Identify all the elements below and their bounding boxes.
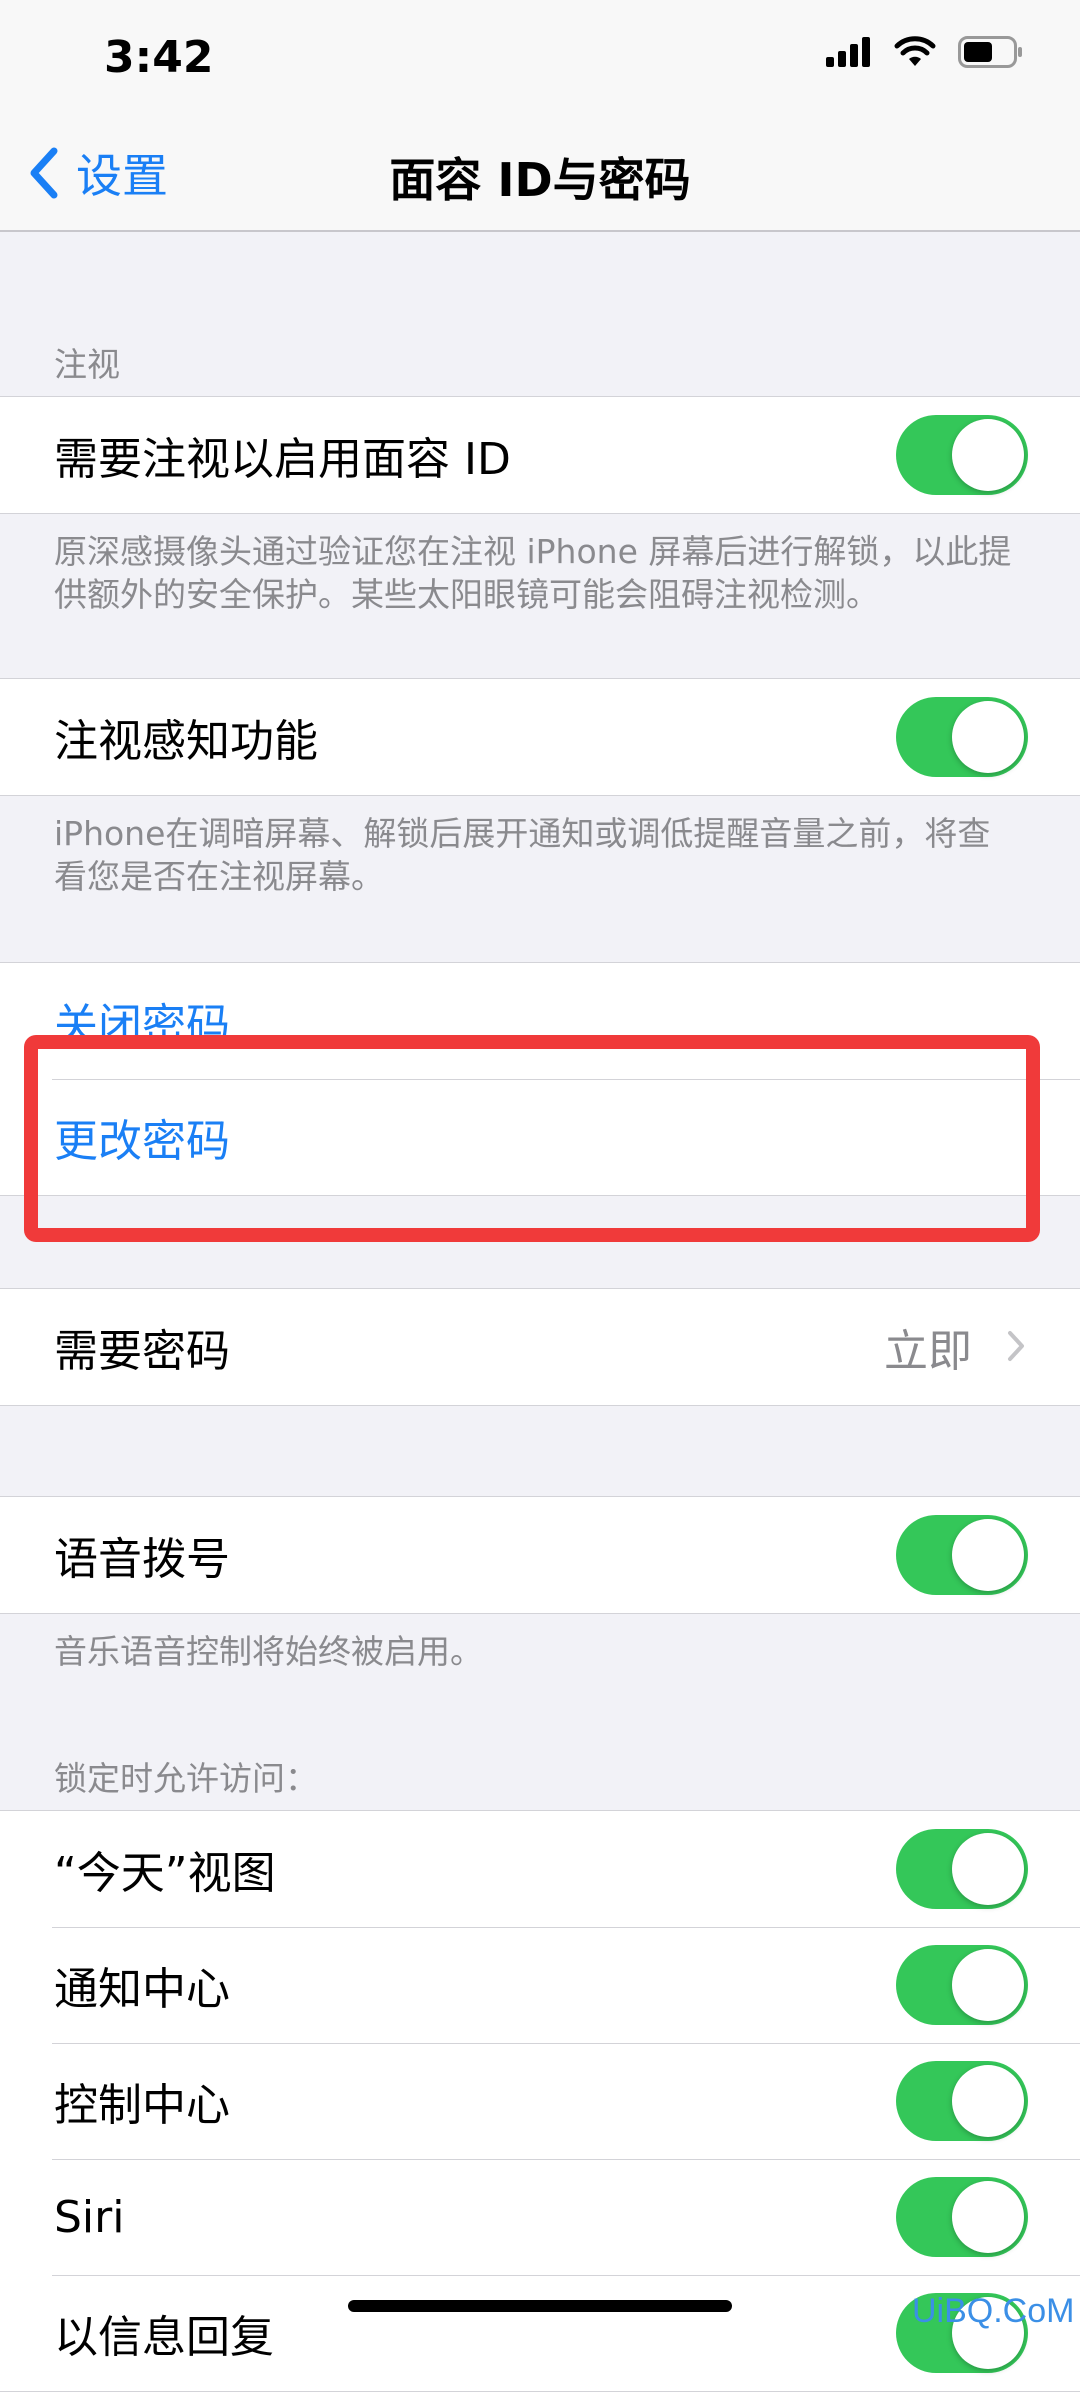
toggle-knob (952, 1833, 1024, 1905)
voice-dial-row: 语音拨号 (0, 1497, 1080, 1613)
section-header-attention: 注视 (54, 345, 120, 384)
locked-access-item-control-center: 控制中心 (0, 2043, 1080, 2159)
toggle-knob (952, 2181, 1024, 2253)
attention-aware-toggle[interactable] (896, 697, 1028, 777)
wifi-icon (894, 36, 936, 66)
attention-aware-group: 注视感知功能 (0, 678, 1080, 796)
notification-center-toggle[interactable] (896, 1945, 1028, 2025)
section-header-locked-access: 锁定时允许访问： (54, 1759, 318, 1798)
require-attention-row: 需要注视以启用面容 ID (0, 397, 1080, 513)
voice-dial-toggle[interactable] (896, 1515, 1028, 1595)
watermark: UiBQ.CoM (912, 2292, 1075, 2330)
attention-aware-row: 注视感知功能 (0, 679, 1080, 795)
locked-access-item-today-view: “今天”视图 (0, 1811, 1080, 1927)
home-indicator (348, 2300, 732, 2312)
locked-access-item-notification-center: 通知中心 (0, 1927, 1080, 2043)
attention-group: 需要注视以启用面容 ID (0, 396, 1080, 514)
siri-toggle[interactable] (896, 2177, 1028, 2257)
voice-dial-group: 语音拨号 (0, 1496, 1080, 1614)
toggle-knob (952, 419, 1024, 491)
voice-dial-footer: 音乐语音控制将始终被启用。 (54, 1632, 483, 1671)
locked-access-label: 控制中心 (54, 2080, 230, 2131)
voice-dial-label: 语音拨号 (54, 1534, 230, 1585)
attention-aware-label: 注视感知功能 (54, 716, 318, 767)
control-center-toggle[interactable] (896, 2061, 1028, 2141)
locked-access-label: 以信息回复 (54, 2312, 274, 2363)
require-passcode-value: 立即 (884, 1326, 972, 1377)
locked-access-label: “今天”视图 (54, 1848, 276, 1899)
today-view-toggle[interactable] (896, 1829, 1028, 1909)
battery-icon (958, 36, 1022, 68)
page-title: 面容 ID与密码 (389, 153, 691, 207)
toggle-knob (952, 701, 1024, 773)
locked-access-item-siri: Siri (0, 2159, 1080, 2275)
highlight-box (24, 1035, 1040, 1242)
attention-aware-footer: iPhone在调暗屏幕、解锁后展开通知或调低提醒音量之前，将查看您是否在注视屏幕… (54, 814, 991, 896)
require-attention-toggle[interactable] (896, 415, 1028, 495)
locked-access-label: 通知中心 (54, 1964, 230, 2015)
locked-access-label: Siri (54, 2191, 125, 2243)
require-passcode-row[interactable]: 需要密码 立即 (0, 1289, 1080, 1405)
require-attention-label: 需要注视以启用面容 ID (54, 434, 511, 485)
require-attention-footer: 原深感摄像头通过验证您在注视 iPhone 屏幕后进行解锁，以此提供额外的安全保… (54, 532, 1012, 614)
toggle-knob (952, 2065, 1024, 2137)
cellular-signal-icon (826, 37, 870, 67)
status-time: 3:42 (104, 32, 214, 83)
toggle-knob (952, 1949, 1024, 2021)
require-passcode-group: 需要密码 立即 (0, 1288, 1080, 1406)
toggle-knob (952, 1519, 1024, 1591)
status-icons (826, 36, 1024, 68)
chevron-right-icon (1008, 1331, 1024, 1361)
require-passcode-label: 需要密码 (54, 1326, 230, 1377)
